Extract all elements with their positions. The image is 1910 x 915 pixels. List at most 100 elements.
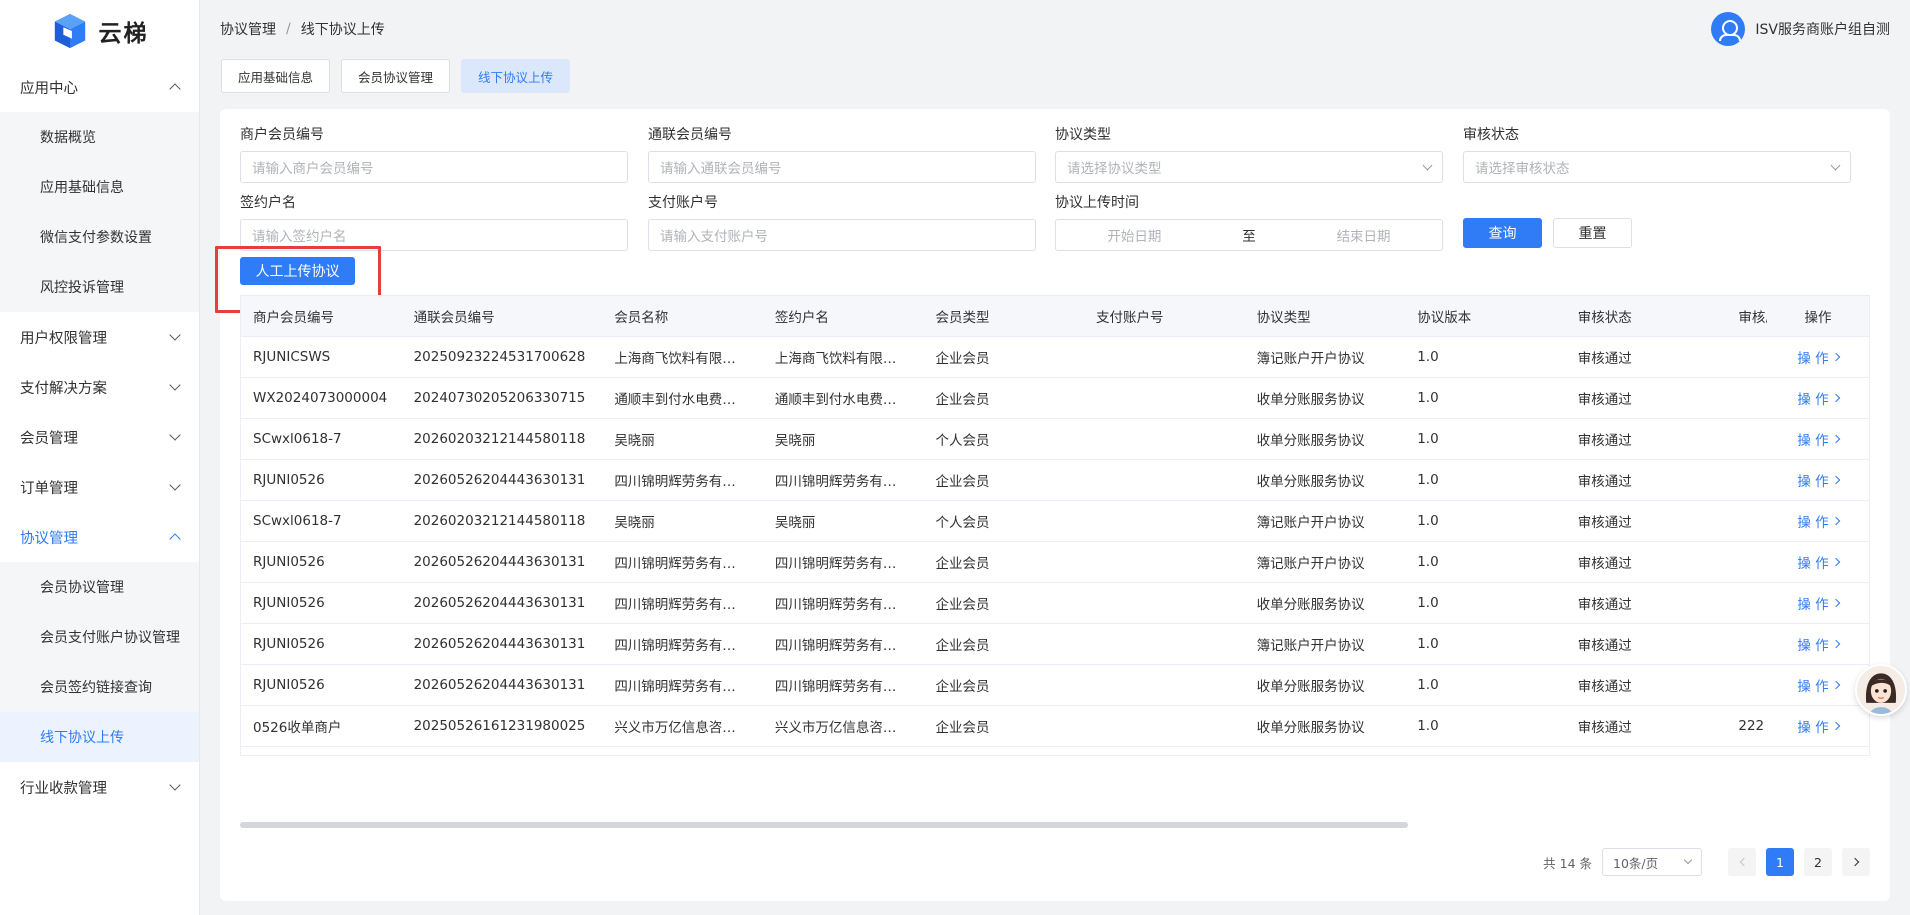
top-header: 协议管理 / 线下协议上传 ISV服务商账户组自测 [200, 0, 1910, 58]
sidebar-item[interactable]: 微信支付参数设置 [0, 212, 199, 262]
table-row: SCwxl0618-7 20260203212144580118 吴晓丽 吴晓丽 个人会… [241, 500, 1869, 542]
query-button[interactable]: 查询 [1463, 218, 1542, 248]
operation-cell: 操 作 [1766, 582, 1869, 624]
table-cell: 企业会员 [923, 541, 1085, 583]
field-label: 审核状态 [1463, 127, 1519, 143]
operate-link[interactable]: 操 作 [1797, 675, 1840, 695]
table-cell: 1.0 [1405, 377, 1566, 419]
sidebar-group-header[interactable]: 行业收款管理 [0, 762, 199, 812]
sidebar-group-label: 行业收款管理 [20, 780, 107, 797]
sidebar-item[interactable]: 应用基础信息 [0, 162, 199, 212]
tab-offline-upload[interactable]: 线下协议上传 [461, 59, 571, 93]
table-cell [1726, 336, 1769, 378]
manual-upload-button[interactable]: 人工上传协议 [240, 257, 355, 285]
pay-account-no-input[interactable]: 请输入支付账户号 [648, 219, 1036, 251]
sidebar-item[interactable]: 线下协议上传 [0, 712, 199, 762]
column-header: 审核原 [1726, 296, 1769, 337]
chevron-down-icon [169, 429, 181, 441]
table-cell: 收单分账服务协议 [1244, 418, 1406, 460]
sidebar-group-header[interactable]: 用户权限管理 [0, 312, 199, 362]
agreement-type-select[interactable]: 请选择协议类型 [1055, 151, 1443, 183]
merchant-member-no-input[interactable]: 请输入商户会员编号 [240, 151, 628, 183]
sidebar-group-header[interactable]: 会员管理 [0, 412, 199, 462]
operation-cell: 操 作 [1766, 705, 1869, 747]
table-cell: 20260526204443630131 [401, 459, 603, 501]
table-cell: 簿记账户开户协议 [1244, 623, 1406, 665]
union-member-no-input[interactable]: 请输入通联会员编号 [648, 151, 1036, 183]
sidebar-item[interactable]: 会员支付账户协议管理 [0, 612, 199, 662]
page-size-select[interactable]: 10条/页 [1602, 848, 1702, 876]
breadcrumb-item[interactable]: 协议管理 [220, 19, 276, 39]
table-cell: 个人会员 [923, 500, 1085, 542]
sidebar-item[interactable]: 风控投诉管理 [0, 262, 199, 312]
operate-label: 操 作 [1797, 555, 1829, 572]
table-cell: 通顺丰到付水电费… [602, 377, 763, 419]
sidebar-group-header[interactable]: 订单管理 [0, 462, 199, 512]
table-cell: 1.0 [1405, 500, 1566, 542]
sidebar-menu: 应用中心 数据概览 应用基础信息 微信支付参数设置 风控投诉管理用户权限管理支付解决方案… [0, 62, 199, 812]
end-date-placeholder[interactable]: 结束日期 [1337, 225, 1391, 245]
table-cell: 1.0 [1405, 418, 1566, 460]
signer-name-input[interactable]: 请输入签约户名 [240, 219, 628, 251]
chevron-right-icon [1831, 516, 1840, 525]
table-cell: 四川锦明辉劳务有… [762, 459, 924, 501]
table-cell [1084, 705, 1245, 747]
table-cell: 1.0 [1405, 664, 1566, 706]
table-cell: WX2024073000004 [241, 377, 402, 419]
table-cell: 审核通过 [1565, 705, 1727, 747]
operate-link[interactable]: 操 作 [1797, 552, 1840, 572]
prev-page-button[interactable] [1728, 848, 1756, 876]
page-1-button[interactable]: 1 [1766, 848, 1794, 876]
upload-date-range[interactable]: 开始日期 至 结束日期 [1055, 219, 1443, 251]
table-cell: 通顺丰到付水电费… [762, 377, 924, 419]
filter-union-member-no: 通联会员编号 请输入通联会员编号 [648, 125, 1036, 183]
table-row: RJUNI0526 20260526204443630131 四川锦明辉劳务有… 四川… [241, 664, 1869, 706]
sidebar-item[interactable]: 数据概览 [0, 112, 199, 162]
operate-link[interactable]: 操 作 [1797, 634, 1840, 654]
assistant-avatar-icon[interactable] [1855, 664, 1907, 716]
table-cell: 20250526161231980025 [401, 705, 603, 747]
table-cell: 1.0 [1405, 582, 1566, 624]
table-cell: 兴义市万亿信息咨… [602, 705, 763, 747]
table-cell [1726, 377, 1769, 419]
operate-link[interactable]: 操 作 [1797, 388, 1840, 408]
input-placeholder: 请输入商户会员编号 [252, 161, 374, 177]
table-header-row: 商户会员编号 通联会员编号 会员名称 签约户名 会员类型 支付账户号 协议类型 协议版本 审核状… [241, 296, 1869, 337]
start-date-placeholder[interactable]: 开始日期 [1107, 225, 1161, 245]
table-cell [1726, 500, 1769, 542]
column-header: 支付账户号 [1084, 296, 1245, 337]
table-cell: 20260203212144580118 [401, 418, 603, 460]
sidebar-group-label: 用户权限管理 [20, 330, 107, 347]
sidebar-item[interactable]: 会员协议管理 [0, 562, 199, 612]
user-menu[interactable]: ISV服务商账户组自测 [1711, 12, 1890, 46]
sidebar-group-header[interactable]: 协议管理 [0, 512, 199, 562]
operate-link[interactable]: 操 作 [1797, 429, 1840, 449]
audit-status-select[interactable]: 请选择审核状态 [1463, 151, 1851, 183]
operate-label: 操 作 [1797, 473, 1829, 490]
operate-link[interactable]: 操 作 [1797, 470, 1840, 490]
sidebar-item[interactable]: 会员签约链接查询 [0, 662, 199, 712]
pagination: 共 14 条 10条/页 1 2 [1543, 848, 1870, 876]
operate-link[interactable]: 操 作 [1797, 511, 1840, 531]
horizontal-scrollbar[interactable] [240, 822, 1408, 828]
reset-button[interactable]: 重置 [1553, 218, 1632, 248]
page-2-button[interactable]: 2 [1804, 848, 1832, 876]
table-cell: 企业会员 [923, 377, 1085, 419]
input-placeholder: 请输入支付账户号 [660, 229, 768, 245]
operate-link[interactable]: 操 作 [1797, 716, 1840, 736]
operate-link[interactable]: 操 作 [1797, 593, 1840, 613]
table-cell [1084, 664, 1245, 706]
table-cell [1084, 541, 1245, 583]
chevron-down-icon [169, 779, 181, 791]
table-cell [1084, 582, 1245, 624]
table-cell: 20260526204443630131 [401, 582, 603, 624]
tab-member-agreement[interactable]: 会员协议管理 [341, 59, 451, 93]
table-row: RJUNI0526 20260526204443630131 四川锦明辉劳务有… 四川… [241, 623, 1869, 665]
operate-link[interactable]: 操 作 [1797, 347, 1840, 367]
column-header: 通联会员编号 [401, 296, 603, 337]
next-page-button[interactable] [1842, 848, 1870, 876]
table-cell [1084, 500, 1245, 542]
sidebar-group-header[interactable]: 支付解决方案 [0, 362, 199, 412]
tab-app-basic-info[interactable]: 应用基础信息 [221, 59, 331, 93]
sidebar-group-header[interactable]: 应用中心 [0, 62, 199, 112]
